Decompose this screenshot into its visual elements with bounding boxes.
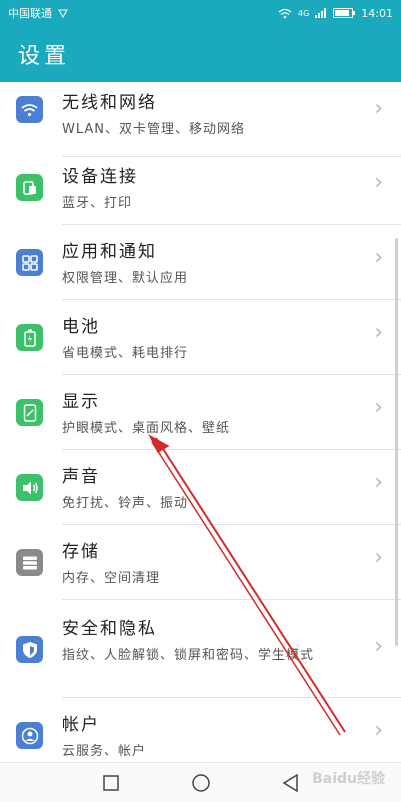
storage-icon bbox=[16, 549, 43, 576]
settings-item-subtitle: WLAN、双卡管理、移动网络 bbox=[62, 122, 246, 137]
chevron-right-icon: › bbox=[374, 245, 383, 270]
settings-item-title: 无线和网络 bbox=[62, 93, 157, 113]
chevron-right-icon: › bbox=[374, 545, 383, 570]
settings-item-security[interactable]: 安全和隐私 指纹、人脸解锁、锁屏和密码、学生模式 › bbox=[0, 600, 401, 698]
settings-item-subtitle: 免打扰、铃声、振动 bbox=[62, 496, 189, 511]
settings-item-apps[interactable]: 应用和通知 权限管理、默认应用 › bbox=[0, 225, 401, 300]
display-icon bbox=[16, 399, 43, 426]
watermark: Baidu经验 bbox=[312, 771, 385, 787]
page-title: 设置 bbox=[0, 26, 401, 82]
recents-icon[interactable] bbox=[99, 771, 123, 795]
signal-icon bbox=[315, 8, 327, 18]
status-time: 14:01 bbox=[361, 6, 393, 20]
network-type: 4G bbox=[298, 8, 310, 18]
chevron-right-icon: › bbox=[374, 395, 383, 420]
settings-item-subtitle: 蓝牙、打印 bbox=[62, 196, 133, 211]
home-icon[interactable] bbox=[189, 771, 213, 795]
settings-item-battery[interactable]: 电池 省电模式、耗电排行 › bbox=[0, 300, 401, 375]
wifi-icon bbox=[16, 96, 43, 123]
carrier-label: 中国联通 bbox=[8, 7, 52, 20]
settings-item-title: 帐户 bbox=[62, 715, 100, 735]
scrollbar[interactable] bbox=[395, 238, 398, 646]
settings-item-sound[interactable]: 声音 免打扰、铃声、振动 › bbox=[0, 450, 401, 525]
settings-item-subtitle: 云服务、帐户 bbox=[62, 744, 147, 759]
settings-item-title: 应用和通知 bbox=[62, 242, 157, 262]
chevron-right-icon: › bbox=[374, 634, 383, 659]
settings-item-subtitle: 内存、空间清理 bbox=[62, 571, 161, 586]
navigation-bar: Baidu经验 bbox=[0, 762, 401, 802]
status-right: 4G 14:01 bbox=[278, 7, 393, 20]
back-icon[interactable] bbox=[279, 771, 303, 795]
settings-item-subtitle: 指纹、人脸解锁、锁屏和密码、学生模式 bbox=[62, 648, 315, 663]
sound-icon bbox=[16, 474, 43, 501]
settings-item-subtitle: 护眼模式、桌面风格、壁纸 bbox=[62, 421, 231, 436]
device-connect-icon bbox=[16, 174, 43, 201]
settings-item-title: 安全和隐私 bbox=[62, 619, 157, 639]
chevron-right-icon: › bbox=[374, 96, 383, 121]
settings-item-title: 电池 bbox=[62, 317, 100, 337]
settings-list: 无线和网络 WLAN、双卡管理、移动网络 › 设备连接 蓝牙、打印 › 应用和通… bbox=[0, 82, 401, 762]
status-left: 中国联通 bbox=[8, 5, 68, 21]
settings-item-subtitle: 权限管理、默认应用 bbox=[62, 271, 189, 286]
settings-item-device-connection[interactable]: 设备连接 蓝牙、打印 › bbox=[0, 150, 401, 225]
shield-icon bbox=[16, 636, 43, 663]
battery-icon bbox=[16, 324, 43, 351]
settings-item-title: 声音 bbox=[62, 467, 100, 487]
wifi-status-icon bbox=[278, 8, 292, 19]
settings-item-subtitle: 省电模式、耗电排行 bbox=[62, 346, 189, 361]
settings-item-title: 设备连接 bbox=[62, 167, 138, 187]
settings-item-title: 显示 bbox=[62, 392, 100, 412]
battery-status-icon bbox=[333, 8, 356, 18]
settings-item-account[interactable]: 帐户 云服务、帐户 › bbox=[0, 698, 401, 762]
apps-icon bbox=[16, 249, 43, 276]
settings-item-display[interactable]: 显示 护眼模式、桌面风格、壁纸 › bbox=[0, 375, 401, 450]
account-icon bbox=[16, 722, 43, 749]
settings-item-title: 存储 bbox=[62, 542, 100, 562]
chevron-right-icon: › bbox=[374, 320, 383, 345]
settings-item-storage[interactable]: 存储 内存、空间清理 › bbox=[0, 525, 401, 600]
chevron-right-icon: › bbox=[374, 170, 383, 195]
chevron-right-icon: › bbox=[374, 718, 383, 743]
settings-item-wireless[interactable]: 无线和网络 WLAN、双卡管理、移动网络 › bbox=[0, 82, 401, 157]
notification-icon bbox=[58, 8, 68, 18]
chevron-right-icon: › bbox=[374, 470, 383, 495]
status-bar: 中国联通 4G 14:01 bbox=[0, 0, 401, 26]
